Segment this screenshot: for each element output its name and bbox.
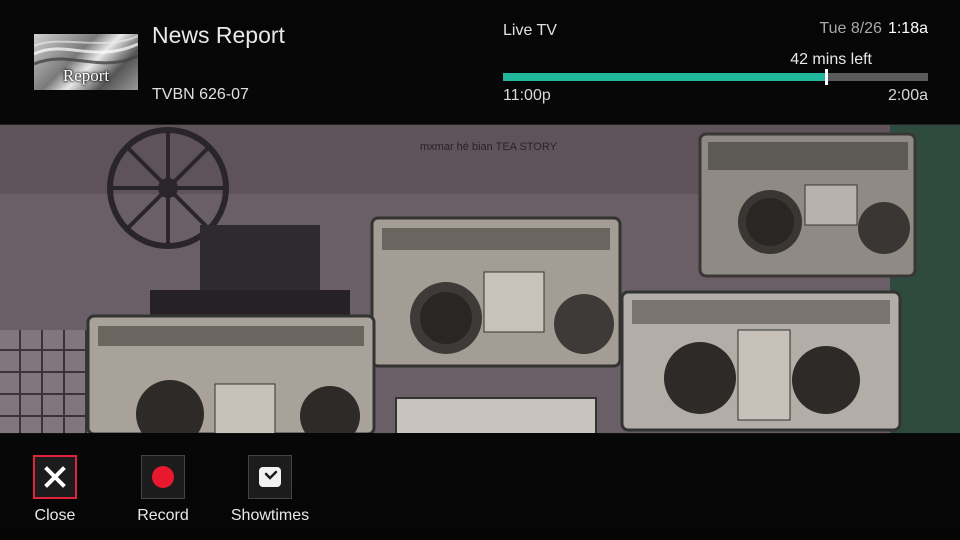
close-icon: [44, 466, 66, 488]
program-thumbnail: Report: [34, 34, 138, 90]
progress-fill: [503, 73, 826, 81]
showtimes-button-label: Showtimes: [230, 507, 310, 524]
thumbnail-caption: Report: [62, 66, 110, 85]
record-button-label: Record: [137, 507, 189, 524]
clock-icon: [259, 467, 281, 487]
video-sign-text: mxmar hé bian TEA STORY: [420, 141, 558, 153]
end-time: 2:00a: [887, 87, 928, 104]
close-button-box[interactable]: [33, 455, 77, 499]
progress-marker: [825, 69, 828, 85]
program-progress-bar: [503, 69, 928, 85]
record-button-box[interactable]: [141, 455, 185, 499]
record-icon: [152, 466, 174, 488]
action-bar: Close Record Showtimes: [0, 433, 960, 540]
live-tv-label: Live TV: [503, 22, 557, 39]
current-time: 1:18a: [887, 20, 928, 37]
live-tv-screen: mxmar hé bian TEA STORY Report News Repo…: [0, 0, 960, 540]
showtimes-button-box[interactable]: [248, 455, 292, 499]
close-button-label: Close: [34, 507, 76, 524]
program-title: News Report: [152, 22, 285, 48]
showtimes-button[interactable]: Showtimes: [220, 455, 320, 525]
start-time: 11:00p: [503, 87, 551, 104]
current-date: Tue 8/26: [819, 20, 882, 37]
program-info-bar: Report News Report TVBN 626-07 Live TV T…: [0, 0, 960, 125]
channel-label: TVBN 626-07: [152, 86, 249, 103]
time-remaining: 42 mins left: [790, 51, 872, 68]
close-button[interactable]: Close: [5, 455, 105, 525]
record-button[interactable]: Record: [113, 455, 213, 525]
clock: Tue 8/26 1:18a: [819, 20, 928, 38]
